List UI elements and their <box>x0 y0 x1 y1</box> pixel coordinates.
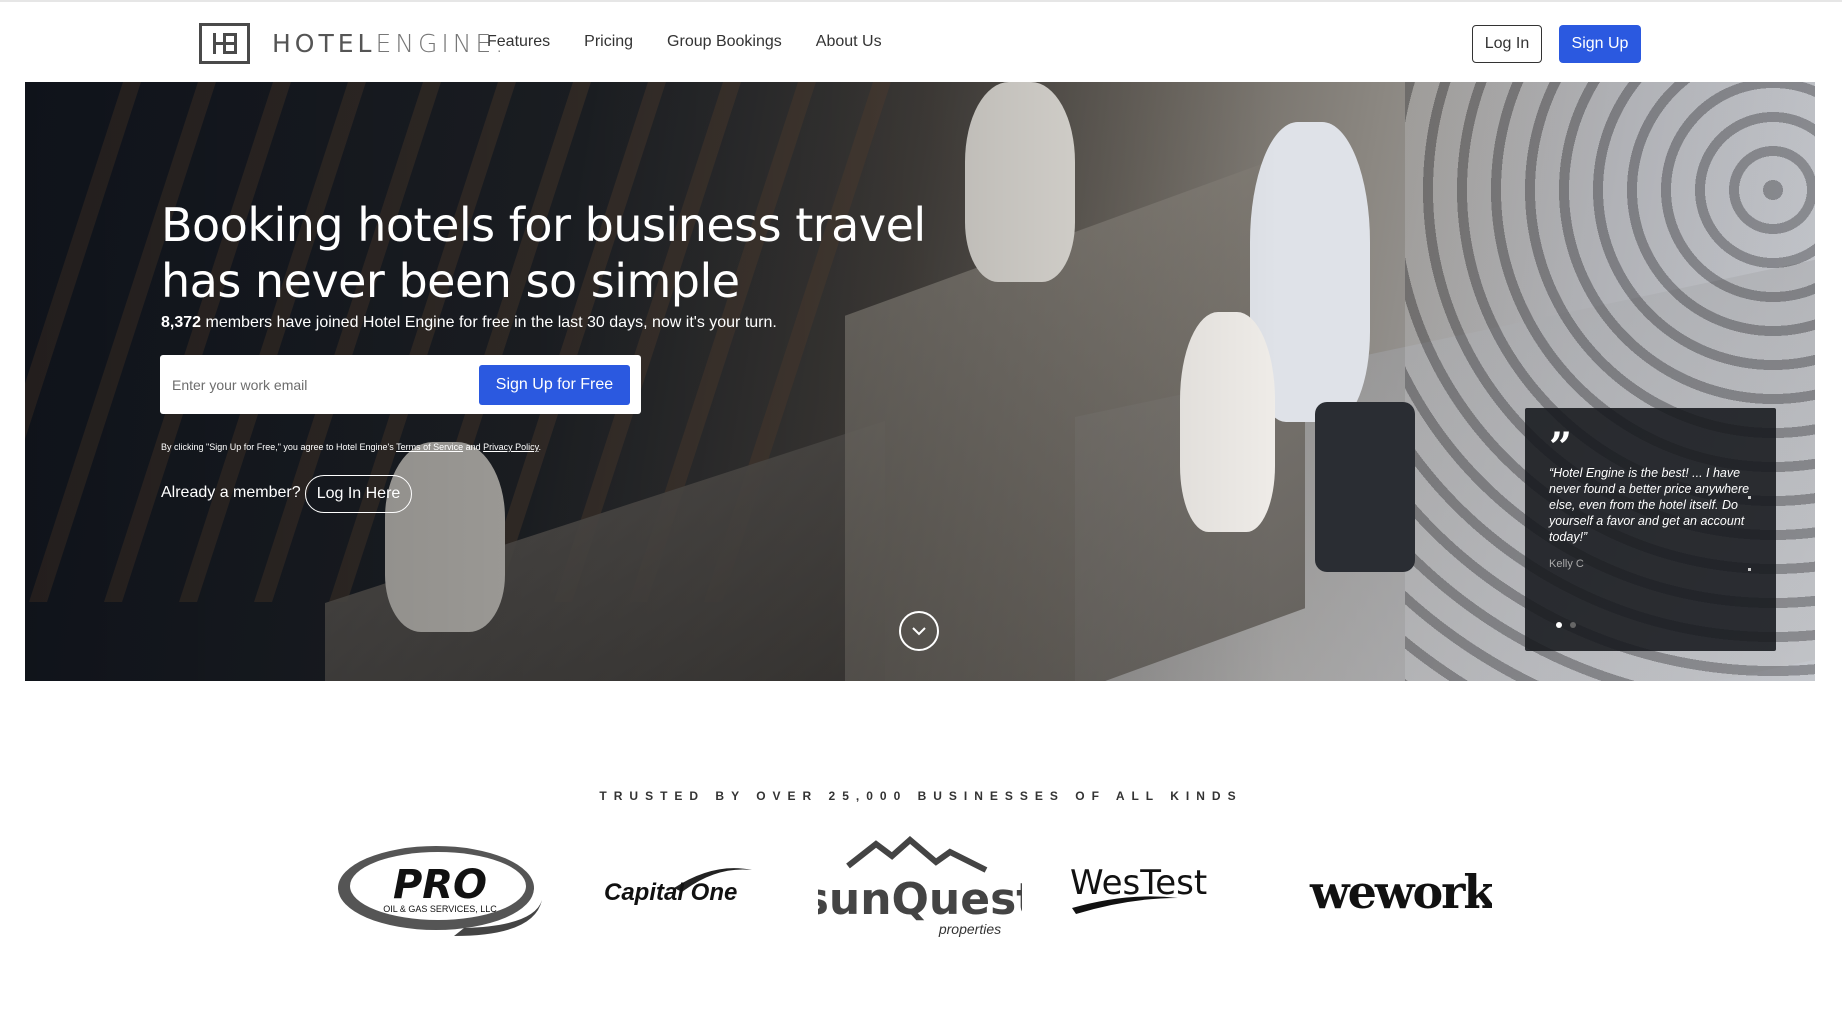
hero-title: Booking hotels for business travel has n… <box>161 198 926 308</box>
terms-of-service-link[interactable]: Terms of Service <box>396 442 463 452</box>
carousel-next-marker-2 <box>1748 568 1751 571</box>
member-count: 8,372 <box>161 314 202 331</box>
nav-link-features[interactable]: Features <box>487 33 550 51</box>
hero-section: Booking hotels for business travel has n… <box>25 82 1815 681</box>
privacy-policy-link[interactable]: Privacy Policy <box>483 442 538 452</box>
carousel-dot-1[interactable] <box>1556 622 1562 628</box>
signup-for-free-button[interactable]: Sign Up for Free <box>479 365 630 405</box>
navbar: HOTELENGINE. Features Pricing Group Book… <box>0 0 1842 82</box>
he-logo-icon <box>199 23 250 64</box>
scroll-down-button[interactable] <box>899 611 939 651</box>
already-member-label: Already a member? <box>161 484 301 501</box>
terms-notice: By clicking "Sign Up for Free," you agre… <box>161 442 541 452</box>
svg-text:OIL & GAS SERVICES, LLC: OIL & GAS SERVICES, LLC <box>383 904 497 914</box>
login-button[interactable]: Log In <box>1472 25 1542 63</box>
pro-oil-gas-logo: PRO OIL & GAS SERVICES, LLC <box>334 840 546 942</box>
nav-link-about-us[interactable]: About Us <box>816 33 882 51</box>
signup-button[interactable]: Sign Up <box>1559 25 1641 63</box>
sunquest-logo: sunQuest properties <box>818 832 1022 942</box>
wework-logo: wework <box>1308 862 1492 922</box>
carousel-dot-2[interactable] <box>1570 622 1576 628</box>
carousel-next-marker <box>1748 496 1751 499</box>
quote-icon: ” <box>1549 424 1573 471</box>
testimonial-author: Kelly C <box>1549 558 1584 570</box>
chevron-down-icon <box>912 627 926 636</box>
login-here-button[interactable]: Log In Here <box>305 475 412 513</box>
westest-logo: WesTest <box>1068 856 1248 926</box>
hotel-engine-logo[interactable]: HOTELENGINE. <box>199 23 507 64</box>
nav-link-pricing[interactable]: Pricing <box>584 33 633 51</box>
svg-text:PRO: PRO <box>393 862 487 908</box>
nav-link-group-bookings[interactable]: Group Bookings <box>667 33 782 51</box>
svg-text:properties: properties <box>938 921 1001 937</box>
svg-text:Capital One: Capital One <box>604 879 737 906</box>
work-email-input[interactable] <box>172 369 472 401</box>
testimonial-quote: “Hotel Engine is the best! ... I have ne… <box>1549 466 1750 544</box>
testimonial-card: ” “Hotel Engine is the best! ... I have … <box>1525 408 1776 651</box>
hero-subtitle: 8,372 members have joined Hotel Engine f… <box>161 314 777 331</box>
svg-text:wework: wework <box>1309 865 1492 919</box>
main-nav: Features Pricing Group Bookings About Us <box>487 33 916 51</box>
client-logos: PRO OIL & GAS SERVICES, LLC Capital One … <box>0 832 1842 942</box>
signup-form: Sign Up for Free <box>160 355 641 414</box>
trusted-by-heading: TRUSTED BY OVER 25,000 BUSINESSES OF ALL… <box>599 789 1243 803</box>
capital-one-logo: Capital One <box>604 862 756 922</box>
carousel-dots <box>1556 622 1576 628</box>
svg-text:sunQuest: sunQuest <box>818 874 1022 925</box>
logo-wordmark: HOTELENGINE. <box>272 29 508 58</box>
